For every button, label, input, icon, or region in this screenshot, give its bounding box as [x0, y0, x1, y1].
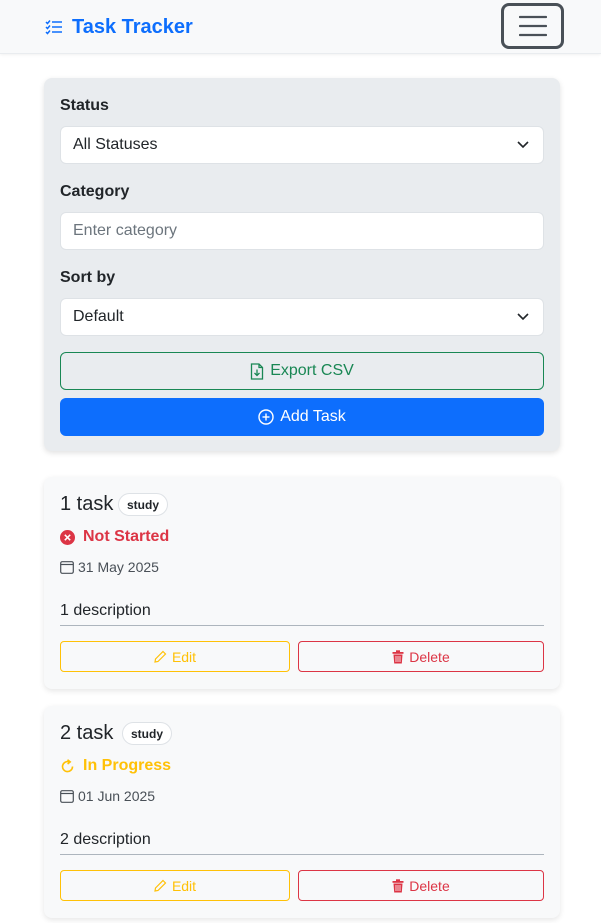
category-input[interactable]: Enter category	[60, 212, 544, 250]
calendar-icon	[60, 561, 74, 574]
delete-button[interactable]: Delete	[298, 870, 544, 901]
task-date: 31 May 2025	[60, 558, 159, 576]
navbar: Task Tracker	[0, 0, 601, 54]
file-download-icon	[251, 362, 264, 380]
task-card: 2 task study In Progress 01 Jun 2025 2 d…	[44, 706, 560, 918]
trash-icon	[392, 878, 404, 892]
menu-toggle-button[interactable]	[501, 3, 564, 49]
list-check-icon	[45, 20, 62, 35]
export-csv-button[interactable]: Export CSV	[60, 352, 544, 390]
edit-label: Edit	[171, 648, 197, 665]
add-task-button[interactable]: Add Task	[60, 398, 544, 436]
chevron-down-icon	[517, 313, 529, 321]
category-badge: study	[118, 493, 169, 516]
refresh-icon	[61, 758, 74, 772]
category-placeholder: Enter category	[73, 222, 178, 239]
chevron-down-icon	[517, 141, 529, 149]
hamburger-icon	[518, 15, 547, 37]
filter-panel: Status All Statuses Category Enter categ…	[44, 78, 560, 451]
edit-button[interactable]: Edit	[60, 870, 290, 901]
category-label: Category	[60, 183, 130, 200]
brand-title: Task Tracker	[72, 15, 193, 38]
category-badge: study	[122, 722, 173, 745]
pencil-icon	[154, 879, 167, 892]
status-select[interactable]: All Statuses	[60, 126, 544, 164]
x-circle-icon	[60, 529, 75, 545]
edit-button[interactable]: Edit	[60, 641, 290, 672]
task-status-label: In Progress	[83, 757, 172, 774]
status-label: Status	[60, 97, 109, 114]
task-status: In Progress	[60, 756, 171, 776]
plus-circle-icon	[258, 409, 274, 425]
add-task-label: Add Task	[280, 408, 346, 425]
task-title: 2 task	[60, 722, 114, 744]
task-date-label: 31 May 2025	[78, 559, 159, 575]
status-select-value: All Statuses	[73, 136, 158, 153]
task-description: 1 description	[60, 602, 544, 626]
trash-icon	[392, 649, 404, 663]
sort-select-value: Default	[73, 308, 124, 325]
calendar-icon	[60, 790, 74, 803]
task-date: 01 Jun 2025	[60, 787, 155, 805]
task-status-label: Not Started	[83, 528, 170, 545]
pencil-icon	[154, 650, 167, 663]
task-description: 2 description	[60, 831, 544, 855]
task-title: 1 task	[60, 493, 114, 515]
sort-label: Sort by	[60, 269, 116, 286]
brand[interactable]: Task Tracker	[44, 14, 193, 40]
edit-label: Edit	[171, 877, 197, 894]
task-status: Not Started	[60, 527, 169, 547]
task-card: 1 task study Not Started 31 May 2025 1 d…	[44, 477, 560, 689]
delete-label: Delete	[409, 877, 450, 894]
delete-label: Delete	[409, 648, 450, 665]
export-csv-label: Export CSV	[270, 362, 354, 379]
task-date-label: 01 Jun 2025	[78, 788, 156, 804]
delete-button[interactable]: Delete	[298, 641, 544, 672]
sort-select[interactable]: Default	[60, 298, 544, 336]
